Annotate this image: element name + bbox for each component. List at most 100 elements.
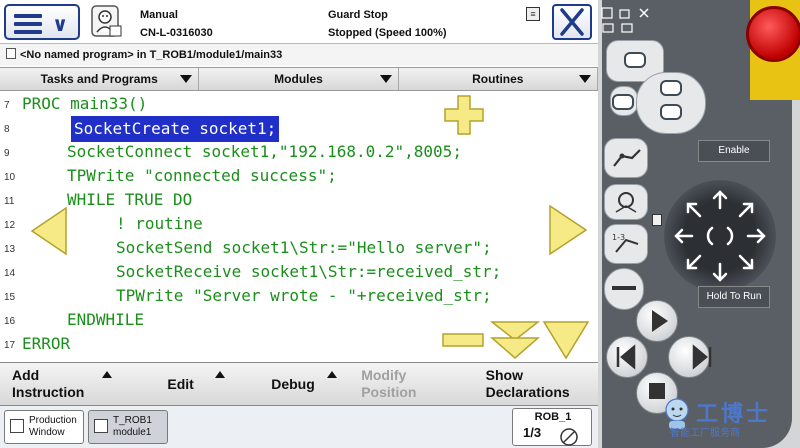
- button-label: Show: [485, 367, 523, 383]
- joystick-direction-icon: [674, 190, 766, 282]
- window-control-icons: [601, 7, 649, 33]
- pendant-device: 1-3 Enable Hold To Run: [598, 0, 800, 448]
- status-info: Manual CN-L-0316030: [140, 6, 213, 42]
- code-text: TPWrite "Server wrote - "+received_str;: [116, 286, 492, 305]
- tab-routines[interactable]: Routines: [399, 68, 598, 90]
- main-menu-button[interactable]: ∨: [4, 4, 80, 40]
- code-text: SocketSend socket1\Str:="Hello server";: [116, 238, 492, 257]
- popup-arrow-icon: [214, 371, 225, 378]
- taskbar-label: module1: [113, 427, 152, 438]
- add-instruction-button[interactable]: Add Instruction: [0, 363, 124, 405]
- button-label: Instruction: [12, 384, 85, 400]
- button-label: Position: [361, 384, 417, 400]
- button-label: Debug: [271, 376, 315, 392]
- scroll-down-icon[interactable]: [542, 320, 590, 360]
- production-window-icon: [10, 419, 24, 433]
- guard-state: Guard Stop: [328, 9, 388, 21]
- code-line[interactable]: 10 TPWrite "connected success";: [0, 164, 598, 188]
- line-number: 7: [4, 100, 10, 111]
- zoom-in-icon[interactable]: [443, 94, 485, 136]
- button-label: Declarations: [485, 384, 570, 400]
- event-log-icon[interactable]: ≡: [526, 7, 540, 21]
- operator-window-icon[interactable]: [90, 4, 124, 40]
- button-label: Modify: [361, 367, 407, 383]
- code-text: TPWrite "connected success";: [67, 166, 337, 185]
- code-line[interactable]: 9 SocketConnect socket1,"192.168.0.2",80…: [0, 140, 598, 164]
- line-number: 11: [4, 196, 15, 207]
- line-number: 13: [4, 244, 16, 255]
- robot-arm-icon: [613, 149, 641, 167]
- line-number: 15: [4, 292, 16, 303]
- close-button[interactable]: [552, 4, 592, 40]
- line-number: 14: [4, 268, 16, 279]
- show-declarations-button[interactable]: Show Declarations: [474, 363, 598, 405]
- mechanical-unit-label: ROB_1: [534, 411, 572, 423]
- operating-mode: Manual: [140, 9, 178, 21]
- code-line[interactable]: 12 ! routine: [0, 212, 598, 236]
- line-number: 9: [4, 148, 10, 159]
- line-number: 12: [4, 220, 16, 231]
- code-text: ! routine: [116, 214, 203, 233]
- code-text: SocketConnect socket1,"192.168.0.2",8005…: [67, 142, 462, 161]
- watermark-logo: 工博士 智能工厂服务商: [660, 396, 800, 446]
- line-number: 10: [4, 172, 16, 183]
- debug-button[interactable]: Debug: [237, 363, 349, 405]
- flexpendant-screen: ∨ Manual CN-L-0316030 Guard Stop Stopped…: [0, 0, 598, 448]
- quickset-button[interactable]: ROB_1 1/3: [512, 408, 592, 446]
- scroll-left-icon[interactable]: [30, 206, 68, 256]
- code-line[interactable]: 14 SocketReceive socket1\Str:=received_s…: [0, 260, 598, 284]
- popup-arrow-icon: [102, 371, 113, 378]
- chevron-down-icon: ∨: [52, 14, 69, 36]
- emergency-stop-button[interactable]: [746, 6, 800, 62]
- taskbar-production-window[interactable]: Production Window: [4, 410, 84, 444]
- program-icon: [6, 48, 16, 59]
- code-line[interactable]: 11 WHILE TRUE DO: [0, 188, 598, 212]
- speed-icon: [560, 428, 578, 446]
- enable-label: Enable: [698, 140, 770, 162]
- tab-label: Routines: [472, 72, 524, 86]
- close-icon: [560, 8, 584, 36]
- key-indicator-icon: [660, 80, 682, 96]
- hamburger-icon: [14, 14, 42, 34]
- svg-text:1-3: 1-3: [612, 233, 625, 242]
- increment-indicator: 1/3: [523, 425, 542, 440]
- status-state: Guard Stop Stopped (Speed 100%): [328, 6, 447, 42]
- navigation-tabs: Tasks and Programs Modules Routines: [0, 67, 598, 91]
- code-text: WHILE TRUE DO: [67, 190, 193, 209]
- program-path-bar: <No named program> in T_ROB1/module1/mai…: [0, 44, 598, 66]
- code-line[interactable]: 15 TPWrite "Server wrote - "+received_st…: [0, 284, 598, 308]
- key-indicator-icon: [612, 94, 634, 110]
- key-indicator-icon: [660, 104, 682, 120]
- tab-modules[interactable]: Modules: [199, 68, 399, 90]
- taskbar-label: T_ROB1: [113, 415, 152, 426]
- watermark-tagline: 智能工厂服务商: [670, 428, 740, 439]
- command-bar: Add Instruction Edit Debug Modify Positi…: [0, 362, 598, 406]
- taskbar-program-editor[interactable]: T_ROB1 module1: [88, 410, 168, 444]
- tab-tasks-and-programs[interactable]: Tasks and Programs: [0, 68, 200, 90]
- zoom-out-icon[interactable]: [441, 330, 485, 350]
- line-number: 16: [4, 316, 16, 327]
- code-text: ENDWHILE: [67, 310, 145, 329]
- taskbar-label: Window: [29, 427, 65, 438]
- code-line[interactable]: 7 PROC main33(): [0, 92, 598, 116]
- edit-button[interactable]: Edit: [124, 363, 236, 405]
- reorient-icon: [615, 192, 637, 213]
- modify-position-button[interactable]: Modify Position: [349, 363, 473, 405]
- code-text: PROC main33(): [22, 94, 148, 113]
- taskbar-label: Production: [29, 415, 77, 426]
- code-editor[interactable]: 7 PROC main33() 8 SocketCreate socket1; …: [0, 92, 598, 360]
- scroll-right-icon[interactable]: [548, 204, 588, 256]
- increment-icon: [612, 286, 636, 290]
- tab-label: Modules: [274, 72, 323, 86]
- key-indicator-icon: [624, 52, 646, 68]
- page-down-icon[interactable]: [490, 320, 540, 360]
- code-line-selected[interactable]: 8 SocketCreate socket1;: [0, 116, 598, 142]
- line-number: 8: [4, 124, 10, 135]
- button-label: Edit: [167, 376, 194, 392]
- status-bar: ∨ Manual CN-L-0316030 Guard Stop Stopped…: [0, 0, 598, 44]
- usb-port-icon: [652, 214, 662, 226]
- code-line[interactable]: 13 SocketSend socket1\Str:="Hello server…: [0, 236, 598, 260]
- line-number: 17: [4, 340, 16, 351]
- dropdown-arrow-icon: [379, 75, 392, 83]
- dropdown-arrow-icon: [180, 75, 193, 83]
